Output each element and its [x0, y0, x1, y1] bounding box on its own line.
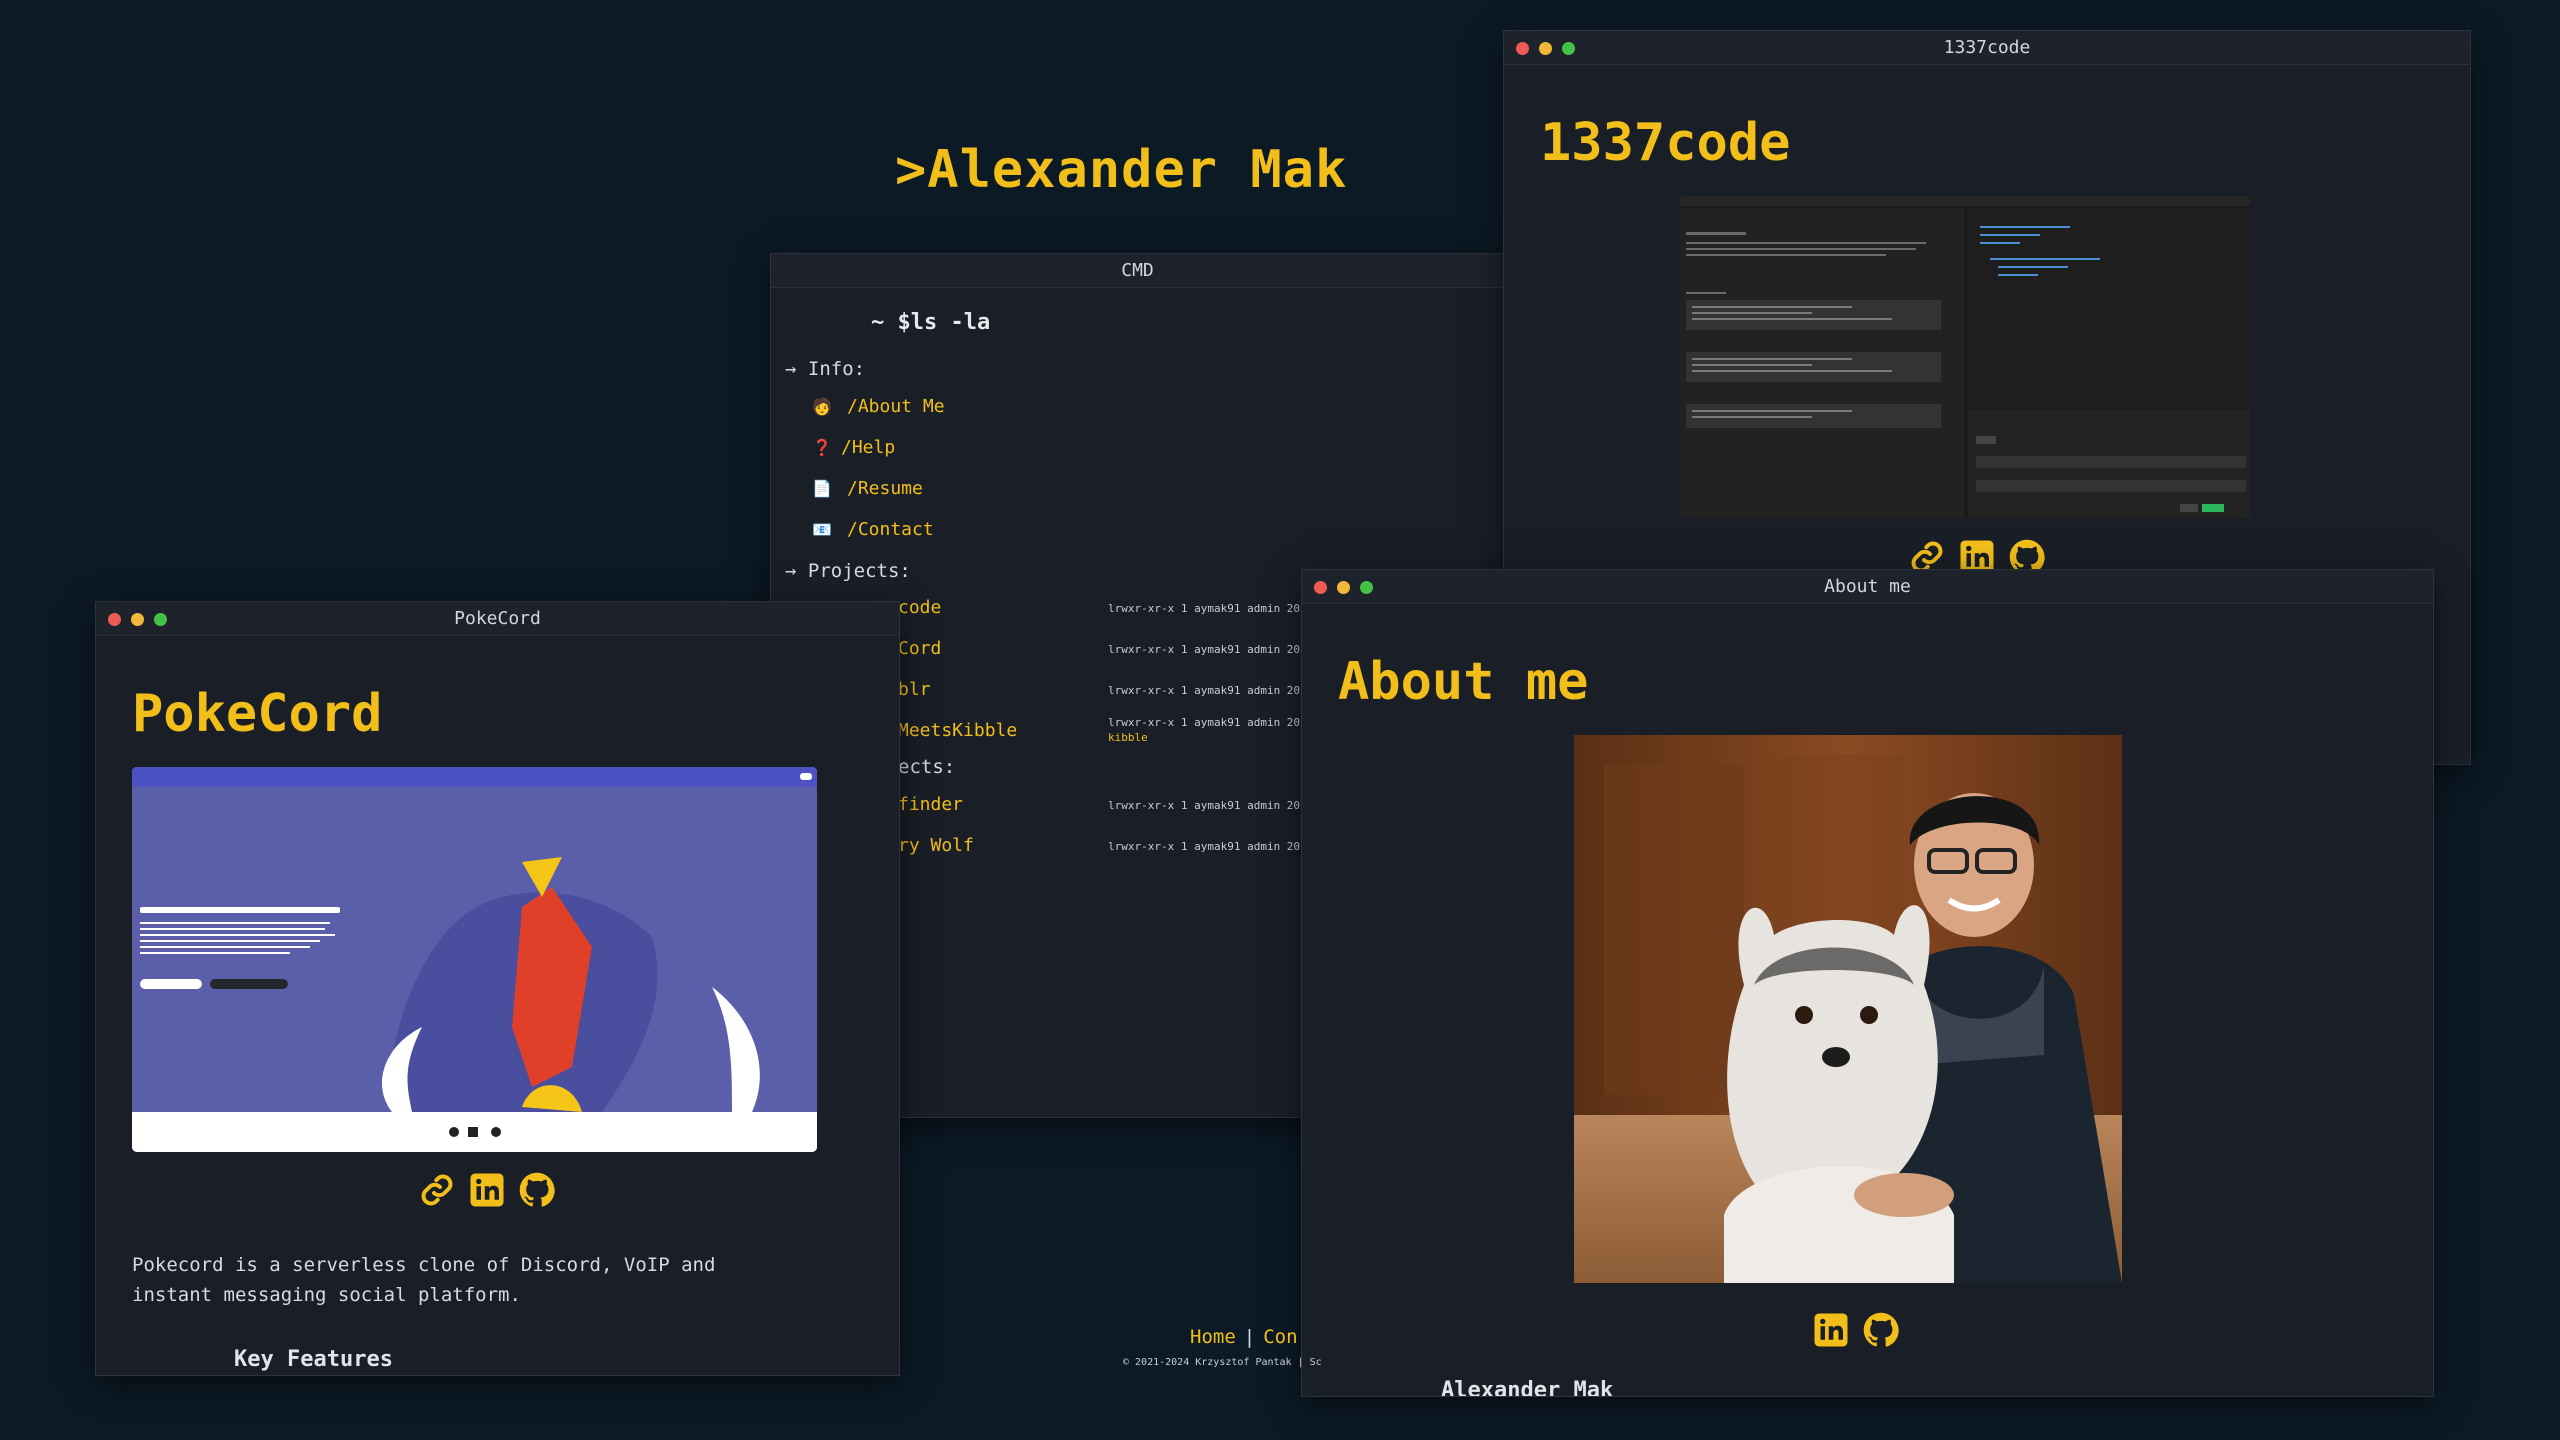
about-icon-row [1813, 1312, 1899, 1348]
pokecord-description: Pokecord is a serverless clone of Discor… [132, 1254, 716, 1306]
window-controls [1516, 31, 1575, 65]
window-controls [1314, 570, 1373, 604]
cmd-project-sub[interactable]: kibble [1108, 731, 1148, 744]
footer-home-link[interactable]: Home [1190, 1326, 1236, 1348]
cmd-project-link[interactable]: Cord [898, 638, 941, 659]
linkedin-icon[interactable] [1813, 1312, 1849, 1348]
cmd-project-perm: lrwxr-xr-x 1 aymak91 admin 2020- [1108, 716, 1320, 729]
close-button[interactable] [108, 612, 121, 626]
close-button[interactable] [1314, 580, 1327, 594]
leetcode-titlebar[interactable]: 1337code [1504, 31, 2470, 65]
about-heading: About me [1338, 652, 1589, 712]
pokecord-titlebar[interactable]: PokeCord [96, 602, 899, 636]
linkedin-icon[interactable] [469, 1172, 505, 1208]
cmd-link-resume[interactable]: 📄 /Resume [811, 478, 923, 499]
close-button[interactable] [1516, 41, 1529, 55]
other-section-label: ects: [898, 756, 956, 778]
about-window-title: About me [1824, 576, 1911, 597]
pokecord-screenshot [132, 767, 817, 1152]
minimize-button[interactable] [131, 612, 144, 626]
mail-icon: 📧 [812, 520, 832, 539]
leetcode-screenshot-image [1680, 196, 2250, 518]
info-section-label: → Info: [785, 358, 866, 380]
about-name: Alexander Mak [1441, 1378, 1614, 1397]
window-controls [108, 602, 167, 636]
cmd-link-help[interactable]: ❓ /Help [811, 437, 895, 458]
cmd-project-link[interactable]: blr [898, 679, 931, 700]
profile-photo-image [1574, 735, 2122, 1283]
cmd-project-perm: lrwxr-xr-x 1 aymak91 admin 2023- [1108, 602, 1320, 615]
pokecord-icon-row [419, 1172, 555, 1208]
footer-contact-link[interactable]: Con [1263, 1326, 1297, 1348]
avatar-emoji-icon: 🧑 [812, 397, 832, 416]
footer-copyright: © 2021-2024 Krzysztof Pantak | Sc [1123, 1357, 1322, 1368]
question-icon: ❓ [812, 438, 832, 457]
footer-links: Home | Con [1190, 1326, 1298, 1348]
leetcode-heading: 1337code [1540, 113, 1791, 173]
cmd-titlebar[interactable]: CMD [771, 254, 1504, 288]
projects-section-label: → Projects: [785, 560, 911, 582]
cmd-link-label: /Resume [847, 478, 923, 499]
about-titlebar[interactable]: About me [1302, 570, 2433, 604]
maximize-button[interactable] [1562, 41, 1575, 55]
minimize-button[interactable] [1539, 41, 1552, 55]
cmd-project-perm: lrwxr-xr-x 1 aymak91 admin 2020- [1108, 684, 1320, 697]
cmd-project-link[interactable]: MeetsKibble [898, 720, 1017, 741]
pokecord-heading: PokeCord [132, 684, 383, 744]
link-icon[interactable] [419, 1172, 455, 1208]
cmd-project-link[interactable]: ry Wolf [898, 835, 974, 856]
cmd-link-about-me[interactable]: 🧑 /About Me [811, 396, 945, 417]
pokecord-screenshot-image [132, 767, 817, 1152]
github-icon[interactable] [519, 1172, 555, 1208]
leetcode-screenshot [1680, 196, 2250, 518]
footer-separator: | [1243, 1326, 1256, 1348]
maximize-button[interactable] [154, 612, 167, 626]
cmd-link-contact[interactable]: 📧 /Contact [811, 519, 934, 540]
leetcode-window-title: 1337code [1943, 37, 2031, 58]
cmd-project-link[interactable]: code [898, 597, 941, 618]
pokecord-window: PokeCord PokeCord Pokecord is a serverle… [95, 601, 900, 1376]
cmd-prompt: ~ $ls -la [871, 310, 991, 335]
cmd-link-label: /Contact [847, 519, 934, 540]
cmd-project-perm: lrwxr-xr-x 1 aymak91 admin 2020- [1108, 840, 1320, 853]
pokecord-features-heading: Key Features [234, 1347, 393, 1372]
cmd-link-label: /Help [841, 437, 896, 458]
profile-photo [1574, 735, 2122, 1283]
pokecord-window-title: PokeCord [454, 608, 541, 629]
maximize-button[interactable] [1360, 580, 1373, 594]
cmd-window-title: CMD [1121, 260, 1154, 281]
cmd-project-perm: lrwxr-xr-x 1 aymak91 admin 2023- [1108, 643, 1320, 656]
github-icon[interactable] [1863, 1312, 1899, 1348]
cmd-project-link[interactable]: finder [898, 794, 963, 815]
document-icon: 📄 [812, 479, 832, 498]
minimize-button[interactable] [1337, 580, 1350, 594]
site-title: >Alexander Mak [895, 140, 1348, 200]
cmd-link-label: /About Me [847, 396, 945, 417]
cmd-project-perm: lrwxr-xr-x 1 aymak91 admin 2023- [1108, 799, 1320, 812]
about-window: About me About me Alexander Mak [1301, 569, 2434, 1397]
